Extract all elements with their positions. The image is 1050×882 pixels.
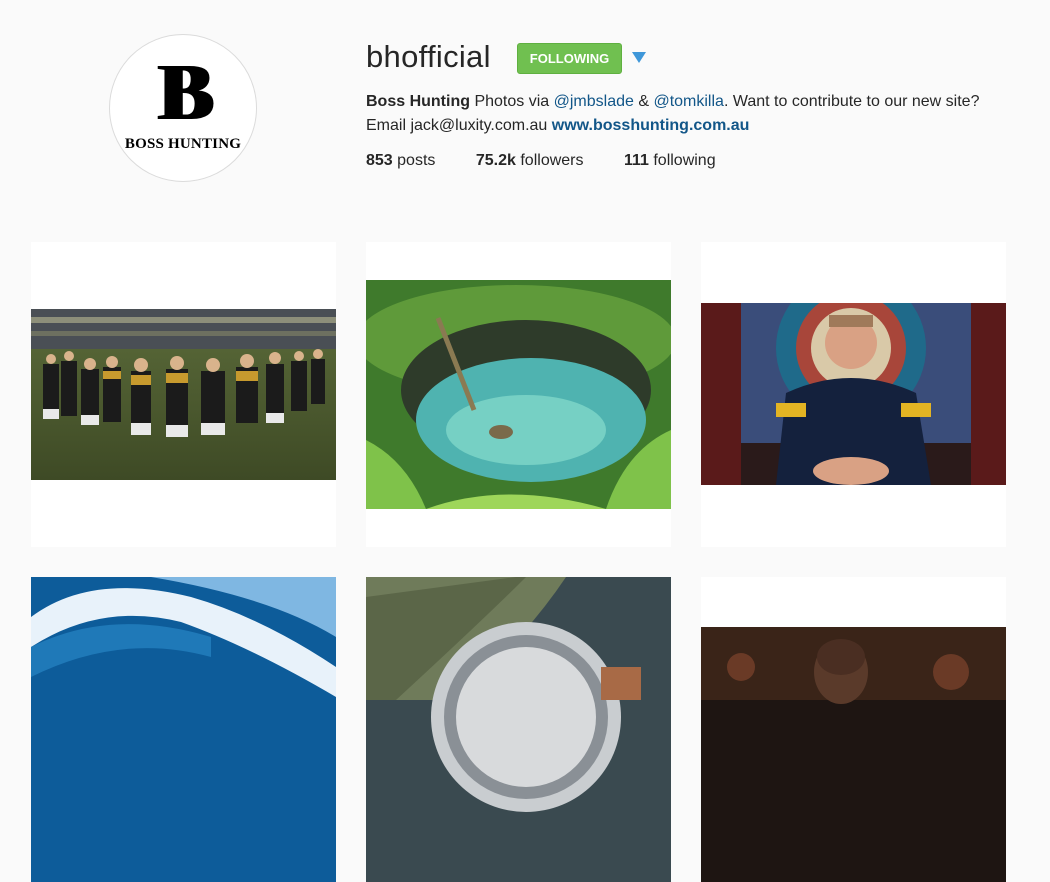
post-tile-basketball[interactable] xyxy=(701,577,1006,882)
post-photo xyxy=(366,577,671,882)
post-photo xyxy=(31,309,336,480)
post-tile-coach-portrait[interactable] xyxy=(701,242,1006,547)
website-link[interactable]: www.bosshunting.com.au xyxy=(552,117,750,134)
bio-name: Boss Hunting xyxy=(366,93,470,110)
post-tile-football-huddle[interactable] xyxy=(31,242,336,547)
post-photo xyxy=(366,280,671,509)
post-tile-ocean-wave[interactable] xyxy=(31,577,336,882)
post-tile-wristwatch[interactable] xyxy=(366,577,671,882)
profile-bio: Boss Hunting Photos via @jmbslade & @tom… xyxy=(366,93,980,134)
profile-stats: 853 posts 75.2k followers 111 following xyxy=(366,152,752,170)
suggestions-dropdown-icon[interactable] xyxy=(632,52,646,63)
profile-avatar: B B BOSS HUNTING xyxy=(109,34,257,182)
following-button[interactable]: FOLLOWING xyxy=(517,43,622,74)
profile-username: bhofficial xyxy=(366,39,491,74)
avatar-monogram: B B xyxy=(156,48,216,137)
followers-stat[interactable]: 75.2k followers xyxy=(476,152,584,169)
posts-stat: 853 posts xyxy=(366,152,436,169)
post-photo xyxy=(701,303,1006,485)
following-stat[interactable]: 111 following xyxy=(624,152,716,169)
post-tile-sinkhole[interactable] xyxy=(366,242,671,547)
post-photo xyxy=(701,627,1006,882)
mention-jmbslade-link[interactable]: @jmbslade xyxy=(554,93,634,110)
mention-tomkilla-link[interactable]: @tomkilla xyxy=(653,93,723,110)
avatar-brand-text: BOSS HUNTING xyxy=(124,135,242,152)
post-photo xyxy=(31,577,336,882)
